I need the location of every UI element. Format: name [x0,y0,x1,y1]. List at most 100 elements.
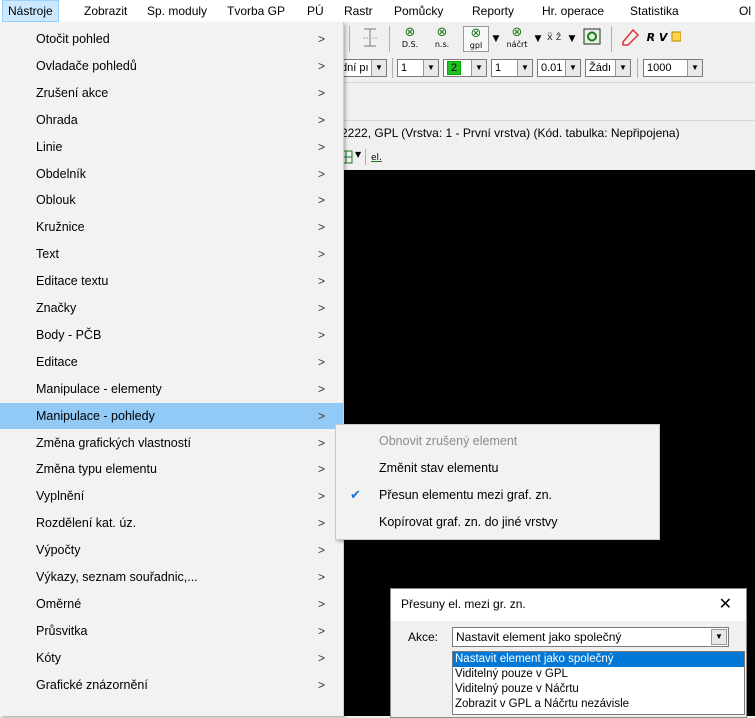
menu-item-label: Oblouk [36,193,76,208]
menu-item[interactable]: Obdelník > [0,161,343,187]
menu-item[interactable]: Ohrada > [0,107,343,133]
menu-item[interactable]: Vyplnění > [0,483,343,509]
menu-item[interactable]: Značky > [0,295,343,321]
menu-item[interactable]: Body - PČB > [0,322,343,348]
menu-item[interactable]: Editace textu > [0,268,343,294]
menu-nastroje[interactable]: Nástroje [2,0,59,22]
menu-item[interactable]: Ovladače pohledů > [0,53,343,79]
style-combo[interactable]: dní pı ▼ [337,59,387,77]
ds-button[interactable]: ⊗ D.S. [395,26,425,52]
akce-option[interactable]: Viditelný pouze v GPL [453,667,744,682]
akce-option[interactable]: Nastavit element jako společný [453,652,744,667]
menu-item-label: Otočit pohled [36,32,110,46]
menubar: Nástroje Zobrazit Sp. moduly Tvorba GP P… [0,0,755,23]
menu-item-label: Změna typu elementu [36,462,157,477]
menu-tvorba-gp[interactable]: Tvorba GP [222,0,290,22]
type-combo[interactable]: Žádı ▼ [585,59,631,77]
chevron-right-icon: > [318,408,326,423]
menu-item-label: Text [36,247,59,262]
window-title: 2222, GPL (Vrstva: 1 - První vrstva) (Kó… [341,126,680,140]
menu-item[interactable]: Editace > [0,349,343,375]
submenu-item-zmenit-stav[interactable]: Změnit stav elementu [336,455,659,481]
ns-button[interactable]: ⊗ n.s. [427,26,457,52]
chevron-down-icon: ▼ [471,60,486,76]
rv-button[interactable]: R V [645,26,669,52]
submenu-item-kopirovat[interactable]: Kopírovat graf. zn. do jiné vrstvy [336,509,659,535]
menu-item[interactable]: Manipulace - elementy > [0,376,343,402]
menu-item-label: Manipulace - pohledy [36,408,155,423]
menu-item[interactable]: Kóty > [0,645,343,671]
dialog-title: Přesuny el. mezi gr. zn. [401,597,526,611]
menu-item-label: Rozdělení kat. úz. [36,516,137,531]
dropdown-arrow-icon[interactable]: ▼ [567,26,577,52]
dropdown-arrow-icon[interactable]: ▼ [355,150,361,159]
menu-pu[interactable]: PÚ [302,0,329,22]
weight-combo[interactable]: 1 ▼ [491,59,533,77]
nacrt-button[interactable]: ⊗ náčrt [503,26,531,52]
submenu-item-obnovit[interactable]: Obnovit zrušený element [336,428,659,454]
manipulace-pohledy-submenu: Obnovit zrušený element Změnit stav elem… [335,424,660,540]
dropdown-arrow-icon[interactable]: ▼ [533,26,543,52]
menu-item[interactable]: Výpočty > [0,537,343,563]
menu-item[interactable]: Oblouk > [0,187,343,213]
menu-item[interactable]: Změna typu elementu > [0,456,343,482]
menu-item[interactable]: Výkazy, seznam souřadnic,... > [0,564,343,590]
chevron-right-icon: > [318,193,326,208]
chevron-right-icon: > [318,623,326,638]
toolbar-separator [611,26,612,52]
el-button[interactable]: el. [371,149,393,165]
menu-item-label: Editace [36,354,78,369]
color-combo[interactable]: 2 ▼ [443,59,487,77]
menu-rastr[interactable]: Rastr [339,0,378,22]
menu-item[interactable]: Rozdělení kat. úz. > [0,510,343,536]
view-icon[interactable] [581,26,603,52]
akce-option[interactable]: Zobrazit v GPL a Náčrtu nezávisle [453,697,744,712]
menu-item[interactable]: Linie > [0,134,343,160]
chevron-right-icon: > [318,516,326,531]
menu-item[interactable]: Otočit pohled > [0,26,343,52]
menu-item[interactable]: Změna grafických vlastností > [0,430,343,456]
menu-item[interactable]: Text > [0,241,343,267]
akce-option[interactable]: Viditelný pouze v Náčrtu [453,682,744,697]
menu-item[interactable]: Manipulace - pohledy > [0,402,343,429]
gpl-button[interactable]: ⊗ gpl [463,26,489,52]
chevron-down-icon[interactable]: ▼ [711,629,727,645]
chevron-right-icon: > [318,58,326,73]
chevron-down-icon: ▼ [423,60,438,76]
menu-reporty[interactable]: Reporty [467,0,519,22]
menu-pomucky[interactable]: Pomůcky [389,0,448,22]
document-title-bar: 2222, GPL (Vrstva: 1 - První vrstva) (Kó… [335,120,755,148]
menu-item-label: Výpočty [36,543,81,558]
combo-toolbar: dní pı ▼ 1 ▼ 2 ▼ 1 ▼ 0.01 ▼ Žádı ▼ 1000 ▼ [335,56,755,83]
menu-item[interactable]: Zrušení akce > [0,80,343,106]
menu-sp-moduly[interactable]: Sp. moduly [142,0,212,22]
menu-statistika[interactable]: Statistika [625,0,684,22]
menu-item[interactable]: Průsvitka > [0,618,343,644]
toolbar-separator [389,26,390,52]
menu-item-label: Obdelník [36,166,87,181]
menu-ol[interactable]: Ol [734,0,755,22]
dropdown-arrow-icon[interactable]: ▼ [491,26,501,52]
main-toolbar: ⊗ D.S. ⊗ n.s. ⊗ gpl ▼ ⊗ náčrt ▼ ẍ ẑ ▼ R V [335,22,755,57]
menu-item[interactable]: Oměrné > [0,591,343,617]
measure-icon[interactable] [357,26,383,52]
submenu-item-presun[interactable]: ✔ Přesun elementu mezi graf. zn. [336,482,659,508]
chevron-right-icon: > [318,32,326,46]
scale-combo[interactable]: 1000 ▼ [643,59,703,77]
coords-icon[interactable]: ẍ ẑ [543,26,565,52]
chevron-right-icon: > [318,274,326,289]
presuny-dialog: Přesuny el. mezi gr. zn. ✕ Akce: Nastavi… [390,588,747,718]
precision-combo[interactable]: 0.01 ▼ [537,59,581,77]
menu-item[interactable]: Grafické znázornění > [0,672,343,698]
menu-item[interactable]: Kružnice > [0,214,343,240]
layer-combo[interactable]: 1 ▼ [397,59,439,77]
menu-hr-operace[interactable]: Hr. operace [537,0,609,22]
menu-zobrazit[interactable]: Zobrazit [79,0,132,22]
chevron-down-icon: ▼ [687,60,702,76]
checkmark-icon: ✔ [350,487,361,502]
eraser-icon[interactable] [619,26,641,52]
view-toolbar: ▼ el. [335,147,755,169]
folder-icon[interactable] [671,26,682,52]
close-icon[interactable]: ✕ [719,594,732,613]
akce-select[interactable]: Nastavit element jako společný ▼ [452,627,729,647]
